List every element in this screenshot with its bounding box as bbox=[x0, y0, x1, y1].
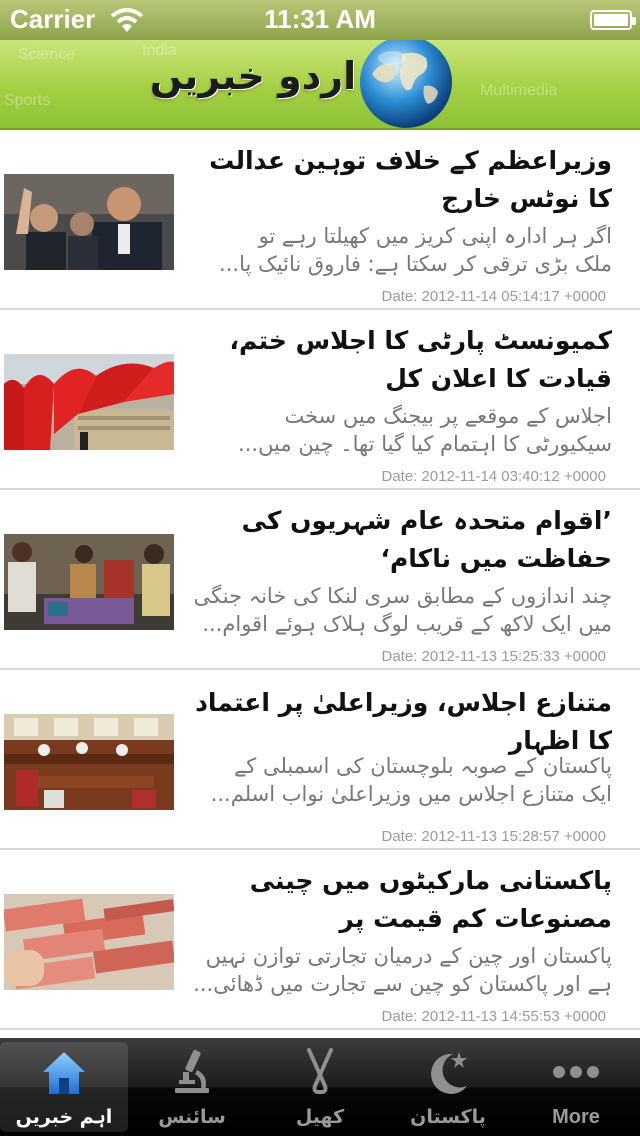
news-summary: پاکستان اور چین کے درمیان تجارتی توازن ن… bbox=[192, 942, 612, 998]
status-time: 11:31 AM bbox=[264, 4, 376, 34]
news-summary-line: اگر ہر ادارہ اپنی کریز میں کھیلتا رہے تو bbox=[258, 224, 612, 248]
tab-label: More bbox=[552, 1106, 600, 1128]
news-thumbnail bbox=[4, 354, 174, 450]
app-logo-title: اردو خبریں bbox=[149, 54, 357, 98]
news-summary-line: پاکستان کے صوبہ بلوچستان کی اسمبلی کے bbox=[234, 754, 612, 778]
header-bg-word: Science bbox=[18, 46, 75, 63]
news-item[interactable]: متنازع اجلاس، وزیراعلیٰ پر اعتماد کا اظہ… bbox=[0, 670, 640, 850]
news-summary: اجلاس کے موقعے پر بیجنگ میں سخت سیکیورٹی… bbox=[192, 402, 612, 458]
news-summary-line: میں ایک لاکھ کے قریب لوگ ہلاک ہوئے اقوام… bbox=[202, 612, 612, 636]
app-header: Science India Sports Multimedia اردو خبر… bbox=[0, 40, 640, 130]
news-thumbnail bbox=[4, 174, 174, 270]
news-summary-line: پاکستان اور چین کے درمیان تجارتی توازن ن… bbox=[205, 944, 612, 968]
more-icon bbox=[553, 1066, 599, 1078]
microscope-icon bbox=[175, 1049, 209, 1093]
tab-pakistan[interactable]: پاکستان bbox=[384, 1038, 512, 1136]
news-date: Date: 2012-11-13 14:55:53 +0000 bbox=[381, 1008, 607, 1025]
news-date: Date: 2012-11-13 15:25:33 +0000 bbox=[381, 648, 607, 665]
news-date: Date: 2012-11-14 03:40:12 +0000 bbox=[381, 468, 607, 485]
news-date: Date: 2012-11-13 15:28:57 +0000 bbox=[381, 828, 607, 845]
tab-label: کھیل bbox=[295, 1106, 345, 1128]
news-item[interactable]: پاکستانی مارکیٹوں میں چینی مصنوعات کم قی… bbox=[0, 850, 640, 1030]
news-summary-line: چند اندازوں کے مطابق سری لنکا کی خانہ جن… bbox=[193, 584, 612, 608]
home-icon bbox=[43, 1052, 85, 1094]
globe-icon bbox=[360, 40, 452, 128]
news-title: کمیونسٹ پارٹی کا اجلاس ختم، قیادت کا اعل… bbox=[229, 326, 612, 393]
news-summary-line: ہے اور پاکستان کو چین سے تجارت میں ڈھائی… bbox=[193, 972, 612, 996]
tab-top-news[interactable]: اہم خبریں bbox=[0, 1042, 128, 1132]
news-title: ’اقوام متحدہ عام شہریوں کی حفاظت میں ناک… bbox=[241, 506, 612, 573]
news-summary: پاکستان کے صوبہ بلوچستان کی اسمبلی کے ای… bbox=[192, 752, 612, 808]
news-list[interactable]: وزیراعظم کے خلاف توہین عدالت کا نوٹس خار… bbox=[0, 130, 640, 1038]
news-title: وزیراعظم کے خلاف توہین عدالت کا نوٹس خار… bbox=[209, 146, 612, 213]
news-item[interactable]: ’اقوام متحدہ عام شہریوں کی حفاظت میں ناک… bbox=[0, 490, 640, 670]
news-title: پاکستانی مارکیٹوں میں چینی مصنوعات کم قی… bbox=[249, 866, 612, 933]
tab-label: پاکستان bbox=[410, 1106, 486, 1128]
news-summary: اگر ہر ادارہ اپنی کریز میں کھیلتا رہے تو… bbox=[192, 222, 612, 278]
news-date: Date: 2012-11-14 05:14:17 +0000 bbox=[381, 288, 607, 305]
tab-science[interactable]: سائنس bbox=[128, 1038, 256, 1136]
tab-label: سائنس bbox=[158, 1106, 226, 1128]
news-title: متنازع اجلاس، وزیراعلیٰ پر اعتماد کا اظہ… bbox=[195, 688, 612, 755]
news-summary-line: سیکیورٹی کا اہتمام کیا گیا تھا۔ چین میں.… bbox=[238, 432, 612, 456]
news-item[interactable]: وزیراعظم کے خلاف توہین عدالت کا نوٹس خار… bbox=[0, 130, 640, 310]
news-thumbnail bbox=[4, 894, 174, 990]
tab-bar: اہم خبریں سائنس کھیل پاکستان More bbox=[0, 1038, 640, 1136]
tab-more[interactable]: More bbox=[512, 1038, 640, 1136]
hockey-sticks-icon bbox=[307, 1048, 333, 1094]
tab-sports[interactable]: کھیل bbox=[256, 1038, 384, 1136]
battery-icon bbox=[590, 10, 636, 30]
news-summary: چند اندازوں کے مطابق سری لنکا کی خانہ جن… bbox=[192, 582, 612, 638]
news-thumbnail bbox=[4, 534, 174, 630]
news-item[interactable]: کمیونسٹ پارٹی کا اجلاس ختم، قیادت کا اعل… bbox=[0, 310, 640, 490]
news-summary-line: اجلاس کے موقعے پر بیجنگ میں سخت bbox=[284, 404, 612, 428]
status-bar: Carrier 11:31 AM bbox=[0, 0, 640, 40]
header-bg-word: Sports bbox=[4, 92, 51, 109]
news-summary-line: ایک متنازع اجلاس میں وزیراعلیٰ نواب اسلم… bbox=[210, 782, 612, 806]
crescent-star-icon bbox=[431, 1052, 467, 1094]
header-bg-word: Multimedia bbox=[480, 82, 558, 99]
news-thumbnail bbox=[4, 714, 174, 810]
tab-label: اہم خبریں bbox=[15, 1106, 113, 1128]
news-summary-line: ملک بڑی ترقی کر سکتا ہے: فاروق نائیک پا.… bbox=[219, 252, 612, 276]
